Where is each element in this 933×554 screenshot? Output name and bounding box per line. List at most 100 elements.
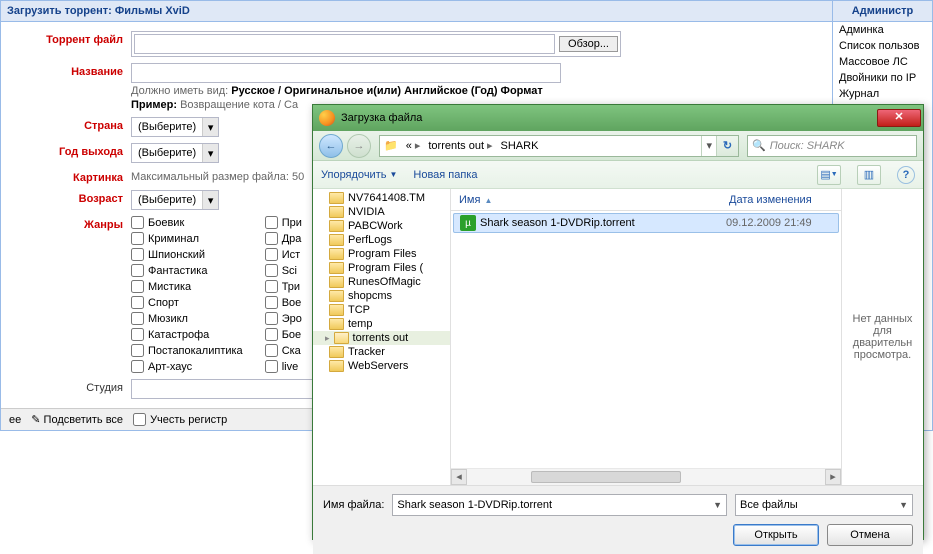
dialog-titlebar[interactable]: Загрузка файла ✕: [313, 105, 923, 131]
cancel-button[interactable]: Отмена: [827, 524, 913, 546]
genre-checkbox[interactable]: Эро: [265, 312, 302, 325]
folder-icon: [329, 206, 344, 218]
folder-tree[interactable]: NV7641408.TMNVIDIAPABCWorkPerfLogsProgra…: [313, 189, 451, 485]
genre-checkbox[interactable]: Вое: [265, 296, 302, 309]
genre-checkbox[interactable]: Спорт: [131, 296, 243, 309]
tree-folder[interactable]: NV7641408.TM: [313, 191, 450, 205]
folder-icon: [329, 346, 344, 358]
sidebar-header: Администр: [833, 1, 932, 22]
new-folder-button[interactable]: Новая папка: [413, 169, 477, 181]
chevron-down-icon[interactable]: ▾: [701, 136, 716, 156]
list-header[interactable]: Имя▲ Дата изменения: [451, 189, 841, 211]
organize-menu[interactable]: Упорядочить ▼: [321, 169, 397, 181]
tree-folder[interactable]: NVIDIA: [313, 205, 450, 219]
view-mode-button[interactable]: ▤ ▼: [817, 165, 841, 185]
file-open-dialog: Загрузка файла ✕ ← → 📁 « ▸ torrents out …: [312, 104, 924, 540]
genre-checkbox[interactable]: Дра: [265, 232, 302, 245]
label-torrent-file: Торрент файл: [9, 31, 131, 46]
tree-folder[interactable]: TCP: [313, 303, 450, 317]
folder-icon: [329, 276, 344, 288]
tree-folder[interactable]: RunesOfMagic: [313, 275, 450, 289]
genre-checkbox[interactable]: Три: [265, 280, 302, 293]
preview-pane-button[interactable]: ▥: [857, 165, 881, 185]
folder-icon: [329, 234, 344, 246]
folder-icon: [329, 248, 344, 260]
filename-input[interactable]: Shark season 1-DVDRip.torrent▼: [392, 494, 727, 516]
folder-icon: [334, 332, 349, 344]
chevron-down-icon: ▼: [389, 170, 397, 179]
genre-checkbox[interactable]: Шпионский: [131, 248, 243, 261]
title-input[interactable]: [131, 63, 561, 83]
genre-checkbox[interactable]: Ист: [265, 248, 302, 261]
genre-checkbox[interactable]: Арт-хаус: [131, 360, 243, 373]
chevron-down-icon: ▼: [893, 500, 908, 510]
refresh-icon[interactable]: ↻: [716, 136, 738, 156]
sidebar-item[interactable]: Массовое ЛС: [833, 54, 932, 70]
tree-folder[interactable]: temp: [313, 317, 450, 331]
case-sensitive-checkbox[interactable]: Учесть регистр: [133, 413, 227, 426]
filetype-filter[interactable]: Все файлы▼: [735, 494, 913, 516]
genre-checkbox[interactable]: Мюзикл: [131, 312, 243, 325]
label-picture: Картинка: [9, 169, 131, 184]
browse-button[interactable]: Обзор...: [559, 36, 618, 52]
genre-checkbox[interactable]: Боевик: [131, 216, 243, 229]
dialog-title: Загрузка файла: [341, 112, 877, 124]
genre-checkbox[interactable]: Катастрофа: [131, 328, 243, 341]
age-select[interactable]: (Выберите)▾: [131, 190, 219, 210]
form-header: Загрузить торрент: Фильмы XviD: [1, 1, 832, 22]
label-genres: Жанры: [9, 216, 131, 231]
folder-icon: [329, 262, 344, 274]
sidebar-item[interactable]: Список пользов: [833, 38, 932, 54]
breadcrumb[interactable]: 📁 « ▸ torrents out ▸ SHARK ▾ ↻: [379, 135, 739, 157]
close-button[interactable]: ✕: [877, 109, 921, 127]
nav-back-button[interactable]: ←: [319, 134, 343, 158]
label-year: Год выхода: [9, 143, 131, 158]
label-age: Возраст: [9, 190, 131, 205]
folder-icon: [329, 290, 344, 302]
label-title: Название: [9, 63, 131, 78]
sidebar-item[interactable]: Админка: [833, 22, 932, 38]
tree-folder[interactable]: Program Files (: [313, 261, 450, 275]
sidebar-item[interactable]: Журнал: [833, 86, 932, 102]
tree-folder[interactable]: PerfLogs: [313, 233, 450, 247]
country-select[interactable]: (Выберите)▾: [131, 117, 219, 137]
year-select[interactable]: (Выберите)▾: [131, 143, 219, 163]
chevron-down-icon: ▼: [707, 500, 722, 510]
chevron-down-icon: ▾: [202, 118, 218, 136]
folder-icon: [329, 360, 344, 372]
folder-icon: [329, 318, 344, 330]
tree-folder[interactable]: WebServers: [313, 359, 450, 373]
tree-folder[interactable]: shopcms: [313, 289, 450, 303]
preview-pane: Нет данных для дварительн просмотра.: [841, 189, 923, 485]
chevron-down-icon: ▾: [202, 144, 218, 162]
tree-folder[interactable]: PABCWork: [313, 219, 450, 233]
label-country: Страна: [9, 117, 131, 132]
torrent-file-input[interactable]: [134, 34, 555, 54]
genre-checkbox[interactable]: live: [265, 360, 302, 373]
torrent-file-icon: µ: [460, 215, 476, 231]
tree-folder[interactable]: Program Files: [313, 247, 450, 261]
horizontal-scrollbar[interactable]: ◂▸: [451, 468, 841, 485]
genre-checkbox[interactable]: Фантастика: [131, 264, 243, 277]
genre-checkbox[interactable]: Sci: [265, 264, 302, 277]
filename-label: Имя файла:: [323, 499, 384, 511]
title-hint: Должно иметь вид: Русское / Оригинальное…: [131, 85, 824, 97]
nav-forward-button[interactable]: →: [347, 134, 371, 158]
help-icon[interactable]: ?: [897, 166, 915, 184]
genre-checkbox[interactable]: Криминал: [131, 232, 243, 245]
genre-checkbox[interactable]: Постапокалиптика: [131, 344, 243, 357]
file-row[interactable]: µShark season 1-DVDRip.torrent09.12.2009…: [453, 213, 839, 233]
tree-folder[interactable]: Tracker: [313, 345, 450, 359]
sidebar-item[interactable]: Двойники по IP: [833, 70, 932, 86]
genre-checkbox[interactable]: Мистика: [131, 280, 243, 293]
tree-folder[interactable]: torrents out: [313, 331, 450, 345]
search-input[interactable]: 🔍 Поиск: SHARK: [747, 135, 917, 157]
search-icon: 🔍: [752, 139, 766, 152]
chevron-down-icon: ▾: [202, 191, 218, 209]
genre-checkbox[interactable]: При: [265, 216, 302, 229]
highlight-all-button[interactable]: ✎ Подсветить все: [31, 413, 123, 426]
open-button[interactable]: Открыть: [733, 524, 819, 546]
folder-icon: [329, 304, 344, 316]
genre-checkbox[interactable]: Бое: [265, 328, 302, 341]
genre-checkbox[interactable]: Ска: [265, 344, 302, 357]
